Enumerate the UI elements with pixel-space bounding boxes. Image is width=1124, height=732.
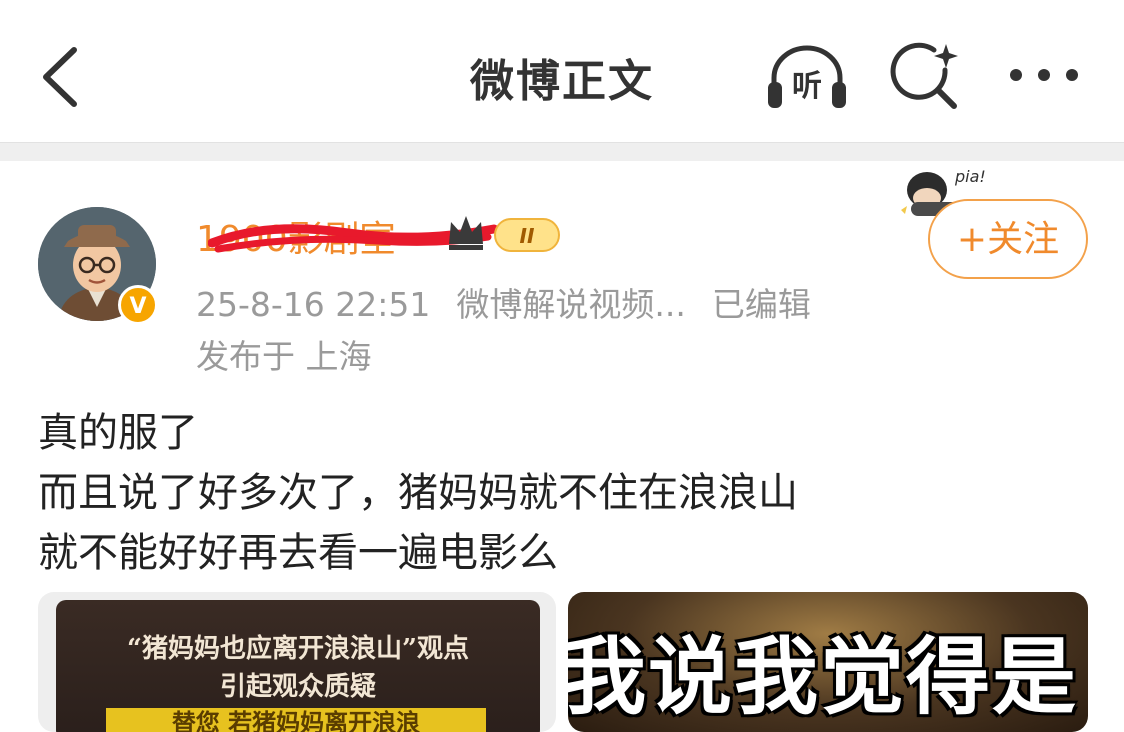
timestamp: 25-8-16 22:51 (196, 285, 431, 324)
edited-label[interactable]: 已编辑 (712, 285, 811, 324)
pia-text: pia! (954, 167, 986, 186)
media-thumbnail-2[interactable]: 我说我觉得是 (568, 592, 1088, 732)
top-bar: 微博正文 听 (0, 0, 1124, 142)
thumb-caption-line: “猪妈妈也应离开浪浪山”观点 (127, 634, 469, 664)
more-options-icon[interactable] (1006, 50, 1082, 100)
thumb-caption-line: 引起观众质疑 (219, 672, 376, 702)
post-line: 就不能好好再去看一遍电影么 (38, 530, 558, 576)
crown-icon (449, 216, 483, 250)
post-meta: 25-8-16 22:51 微博解说视频... 已编辑 (196, 278, 837, 326)
thumb-caption-banner: 替您 若猪妈妈离开浪浪 (106, 708, 486, 732)
video-frame: “猪妈妈也应离开浪浪山”观点 引起观众质疑 替您 若猪妈妈离开浪浪 (56, 600, 540, 732)
media-thumbnail-1[interactable]: “猪妈妈也应离开浪浪山”观点 引起观众质疑 替您 若猪妈妈离开浪浪 (38, 592, 556, 732)
thumb-caption: 我说我觉得是 (568, 628, 1079, 726)
listen-headphones-icon[interactable]: 听 (762, 40, 852, 112)
post-line: 而且说了好多次了，猪妈妈就不住在浪浪山 (38, 470, 798, 516)
post-text: 真的服了 而且说了好多次了，猪妈妈就不住在浪浪山 就不能好好再去看一遍电影么 (38, 403, 798, 583)
search-icon[interactable] (890, 40, 962, 112)
follow-button[interactable]: +关注 (928, 199, 1088, 279)
post-source[interactable]: 微博解说视频... (456, 285, 685, 324)
listen-label: 听 (792, 69, 822, 104)
verified-badge: V (118, 285, 158, 325)
location: 发布于 上海 (196, 337, 372, 376)
level-badge: II (494, 218, 560, 252)
post-line: 真的服了 (38, 410, 198, 456)
section-divider (0, 142, 1124, 161)
